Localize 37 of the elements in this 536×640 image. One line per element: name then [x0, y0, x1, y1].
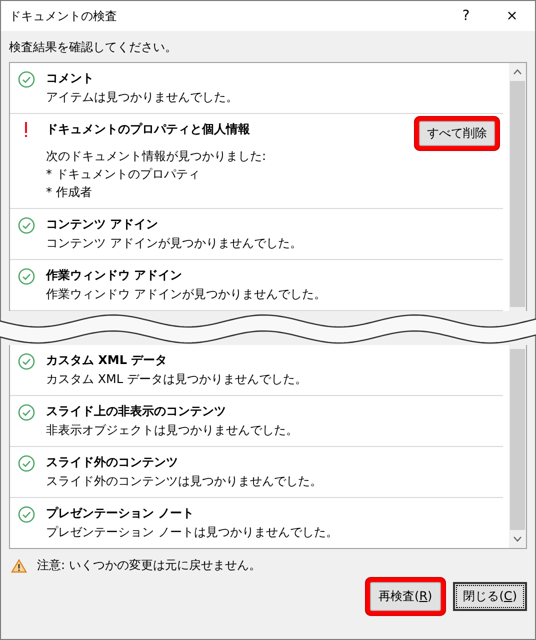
warning-icon	[11, 558, 27, 572]
exclamation-icon	[24, 122, 28, 138]
result-description: 作業ウィンドウ アドインが見つかりませんでした。	[46, 286, 327, 303]
result-description: 次のドキュメント情報が見つかりました:	[46, 148, 268, 165]
check-circle-icon	[18, 217, 34, 234]
scrollbar[interactable]	[509, 345, 526, 548]
check-circle-icon	[18, 268, 34, 285]
result-title: プレゼンテーション ノート	[46, 505, 194, 522]
close-button[interactable]: ×	[489, 1, 535, 31]
warning-note: 注意: いくつかの変更は元に戻せません。	[37, 557, 261, 574]
result-title: スライド外のコンテンツ	[46, 454, 178, 471]
result-description: コンテンツ アドインが見つかりませんでした。	[46, 235, 303, 252]
result-description: 非表示オブジェクトは見つかりませんでした。	[46, 422, 299, 439]
result-title: スライド上の非表示のコンテンツ	[46, 403, 226, 420]
result-description: プレゼンテーション ノートは見つかりませんでした。	[46, 524, 339, 541]
result-description: * ドキュメントのプロパティ	[46, 166, 201, 183]
instruction-text: 検査結果を確認してください。	[9, 40, 177, 54]
check-circle-icon	[18, 455, 34, 472]
check-circle-icon	[18, 404, 34, 421]
result-title: コンテンツ アドイン	[46, 216, 158, 233]
result-description: アイテムは見つかりませんでした。	[46, 89, 239, 106]
scrollbar[interactable]	[509, 63, 526, 311]
result-description: カスタム XML データは見つかりませんでした。	[46, 371, 308, 388]
check-circle-icon	[18, 506, 34, 523]
check-circle-icon	[18, 71, 34, 88]
result-description: * 作成者	[46, 184, 93, 201]
result-title: 作業ウィンドウ アドイン	[46, 267, 182, 284]
result-description: スライド外のコンテンツは見つかりませんでした。	[46, 473, 323, 490]
help-button[interactable]: ?	[443, 1, 489, 31]
result-title: コメント	[46, 70, 94, 87]
dialog-button[interactable]: 閉じる(C)	[453, 582, 527, 611]
window-title: ドキュメントの検査	[9, 8, 118, 24]
result-title: カスタム XML データ	[46, 352, 168, 369]
scroll-up-icon[interactable]	[513, 69, 522, 75]
check-circle-icon	[18, 353, 34, 370]
result-title: ドキュメントのプロパティと個人情報	[46, 121, 250, 138]
scroll-down-icon[interactable]	[513, 536, 522, 542]
